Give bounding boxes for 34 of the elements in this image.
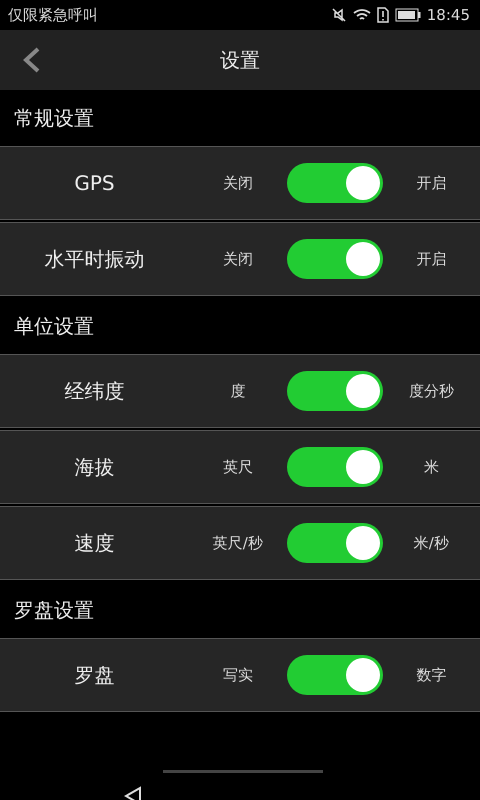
mute-icon xyxy=(330,7,347,23)
battery-icon xyxy=(394,8,421,22)
sim-alert-icon xyxy=(376,7,389,23)
clock-text: 18:45 xyxy=(426,6,470,24)
on-option-label: 开启 xyxy=(415,174,448,192)
section-header: 常规设置 xyxy=(13,104,95,132)
on-option-label: 米/秒 xyxy=(412,534,450,552)
off-option-label: 度 xyxy=(229,382,246,400)
setting-label: GPS xyxy=(73,171,116,195)
off-option-label: 关闭 xyxy=(222,174,254,192)
section-header: 罗盘设置 xyxy=(13,596,95,624)
off-option-label: 英尺/秒 xyxy=(212,534,264,552)
section-header: 单位设置 xyxy=(13,312,95,340)
wifi-icon xyxy=(352,8,371,22)
toggle-switch[interactable] xyxy=(286,447,383,487)
toggle-switch[interactable] xyxy=(286,371,383,411)
off-option-label: 写实 xyxy=(222,666,254,684)
toggle-switch[interactable] xyxy=(286,655,383,695)
toggle-switch[interactable] xyxy=(286,523,383,563)
on-option-label: 数字 xyxy=(415,666,448,684)
carrier-text: 仅限紧急呼叫 xyxy=(8,6,99,24)
on-option-label: 米 xyxy=(422,458,440,476)
toggle-switch[interactable] xyxy=(286,163,383,203)
page-title: 设置 xyxy=(220,46,260,74)
setting-label: 经纬度 xyxy=(64,378,126,404)
off-option-label: 英尺 xyxy=(222,458,254,476)
on-option-label: 开启 xyxy=(415,250,448,268)
setting-label: 罗盘 xyxy=(74,662,116,688)
off-option-label: 关闭 xyxy=(222,250,254,268)
setting-label: 海拔 xyxy=(74,454,116,480)
on-option-label: 度分秒 xyxy=(408,382,455,400)
toggle-switch[interactable] xyxy=(286,239,383,279)
setting-label: 水平时振动 xyxy=(44,246,146,272)
setting-label: 速度 xyxy=(74,530,116,556)
